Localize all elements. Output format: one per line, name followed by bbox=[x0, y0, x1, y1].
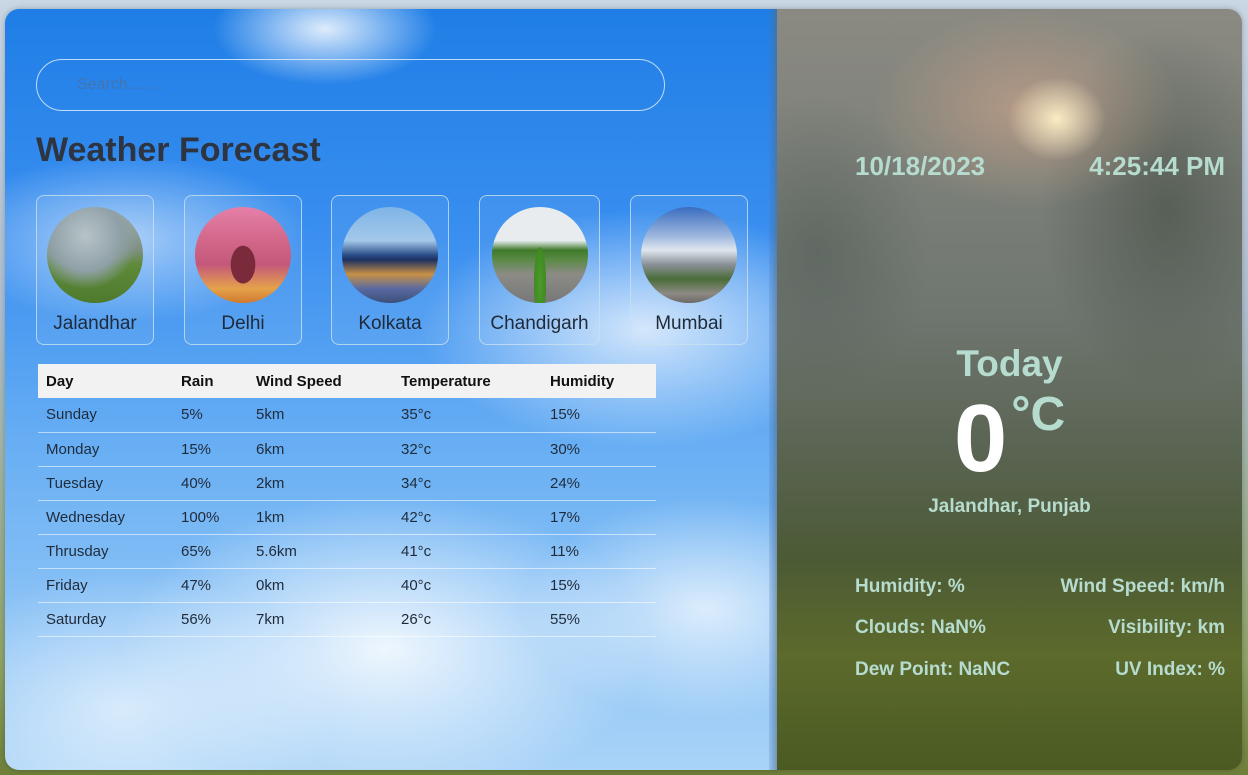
cell-humidity: 55% bbox=[542, 602, 656, 637]
cell-rain: 65% bbox=[173, 534, 248, 569]
cell-rain: 5% bbox=[173, 398, 248, 433]
cell-wind: 7km bbox=[248, 602, 393, 637]
weather-app: Weather Forecast Jalandhar Delhi Kolkata… bbox=[5, 9, 1242, 770]
cell-rain: 15% bbox=[173, 432, 248, 467]
table-row: Sunday 5% 5km 35°c 15% bbox=[38, 398, 656, 433]
cell-wind: 2km bbox=[248, 466, 393, 501]
location-label: Jalandhar, Punjab bbox=[928, 496, 1091, 517]
cell-humidity: 24% bbox=[542, 466, 656, 501]
table-header-row: Day Rain Wind Speed Temperature Humidity bbox=[38, 364, 656, 398]
cell-humidity: 17% bbox=[542, 500, 656, 535]
cell-wind: 0km bbox=[248, 568, 393, 603]
cell-humidity: 30% bbox=[542, 432, 656, 467]
city-name: Delhi bbox=[221, 313, 265, 334]
city-card-chandigarh[interactable]: Chandigarh bbox=[479, 195, 600, 345]
column-header-day: Day bbox=[38, 364, 173, 398]
cell-temperature: 32°c bbox=[393, 432, 542, 467]
dew-point-stat: Dew Point: NaNC bbox=[855, 659, 1011, 680]
cell-temperature: 26°c bbox=[393, 602, 542, 637]
cell-temperature: 41°c bbox=[393, 534, 542, 569]
cell-day: Thrusday bbox=[38, 534, 173, 569]
temperature-display: 0°C bbox=[777, 385, 1242, 492]
cell-temperature: 42°c bbox=[393, 500, 542, 535]
cell-wind: 5.6km bbox=[248, 534, 393, 569]
cell-temperature: 40°c bbox=[393, 568, 542, 603]
cell-temperature: 35°c bbox=[393, 398, 542, 433]
forecast-panel: Weather Forecast Jalandhar Delhi Kolkata… bbox=[5, 9, 777, 770]
today-label: Today bbox=[956, 343, 1063, 384]
temperature-unit: °C bbox=[1011, 388, 1066, 441]
cell-rain: 47% bbox=[173, 568, 248, 603]
city-name: Kolkata bbox=[358, 313, 422, 334]
cell-rain: 100% bbox=[173, 500, 248, 535]
column-header-wind-speed: Wind Speed bbox=[248, 364, 393, 398]
cell-humidity: 11% bbox=[542, 534, 656, 569]
table-row: Thrusday 65% 5.6km 41°c 11% bbox=[38, 534, 656, 569]
clouds-stat: Clouds: NaN% bbox=[855, 617, 986, 638]
column-header-rain: Rain bbox=[173, 364, 248, 398]
cell-rain: 56% bbox=[173, 602, 248, 637]
cell-day: Friday bbox=[38, 568, 173, 603]
uv-index-stat: UV Index: % bbox=[1115, 659, 1225, 680]
table-row: Tuesday 40% 2km 34°c 24% bbox=[38, 466, 656, 501]
cell-wind: 1km bbox=[248, 500, 393, 535]
city-card-kolkata[interactable]: Kolkata bbox=[331, 195, 449, 345]
cell-wind: 5km bbox=[248, 398, 393, 433]
temperature-value: 0 bbox=[953, 385, 1008, 492]
current-time: 4:25:44 PM bbox=[1089, 151, 1225, 181]
cell-humidity: 15% bbox=[542, 398, 656, 433]
cell-humidity: 15% bbox=[542, 568, 656, 603]
page-title: Weather Forecast bbox=[36, 131, 321, 169]
cell-temperature: 34°c bbox=[393, 466, 542, 501]
cell-wind: 6km bbox=[248, 432, 393, 467]
city-image-mumbai bbox=[641, 207, 737, 303]
search-input[interactable] bbox=[36, 59, 665, 111]
cell-rain: 40% bbox=[173, 466, 248, 501]
table-row: Monday 15% 6km 32°c 30% bbox=[38, 432, 656, 467]
city-image-kolkata bbox=[342, 207, 438, 303]
table-row: Saturday 56% 7km 26°c 55% bbox=[38, 602, 656, 637]
city-card-jalandhar[interactable]: Jalandhar bbox=[36, 195, 154, 345]
current-date: 10/18/2023 bbox=[855, 151, 986, 181]
cell-day: Tuesday bbox=[38, 466, 173, 501]
city-card-delhi[interactable]: Delhi bbox=[184, 195, 302, 345]
wind-speed-stat: Wind Speed: km/h bbox=[1060, 576, 1225, 597]
forecast-table: Day Rain Wind Speed Temperature Humidity… bbox=[38, 364, 656, 637]
cell-day: Sunday bbox=[38, 398, 173, 433]
current-weather-panel: 10/18/2023 4:25:44 PM Today 0°C Jalandha… bbox=[777, 9, 1242, 770]
cell-day: Monday bbox=[38, 432, 173, 467]
city-image-jalandhar bbox=[47, 207, 143, 303]
cell-day: Saturday bbox=[38, 602, 173, 637]
city-image-delhi bbox=[195, 207, 291, 303]
city-name: Jalandhar bbox=[53, 313, 137, 334]
humidity-stat: Humidity: % bbox=[855, 576, 965, 597]
cell-day: Wednesday bbox=[38, 500, 173, 535]
table-row: Friday 47% 0km 40°c 15% bbox=[38, 568, 656, 603]
city-image-chandigarh bbox=[491, 207, 588, 303]
city-name: Chandigarh bbox=[490, 313, 589, 334]
city-name: Mumbai bbox=[655, 313, 723, 334]
table-row: Wednesday 100% 1km 42°c 17% bbox=[38, 500, 656, 535]
column-header-humidity: Humidity bbox=[542, 364, 656, 398]
visibility-stat: Visibility: km bbox=[1108, 617, 1225, 638]
city-card-mumbai[interactable]: Mumbai bbox=[630, 195, 748, 345]
column-header-temperature: Temperature bbox=[393, 364, 542, 398]
